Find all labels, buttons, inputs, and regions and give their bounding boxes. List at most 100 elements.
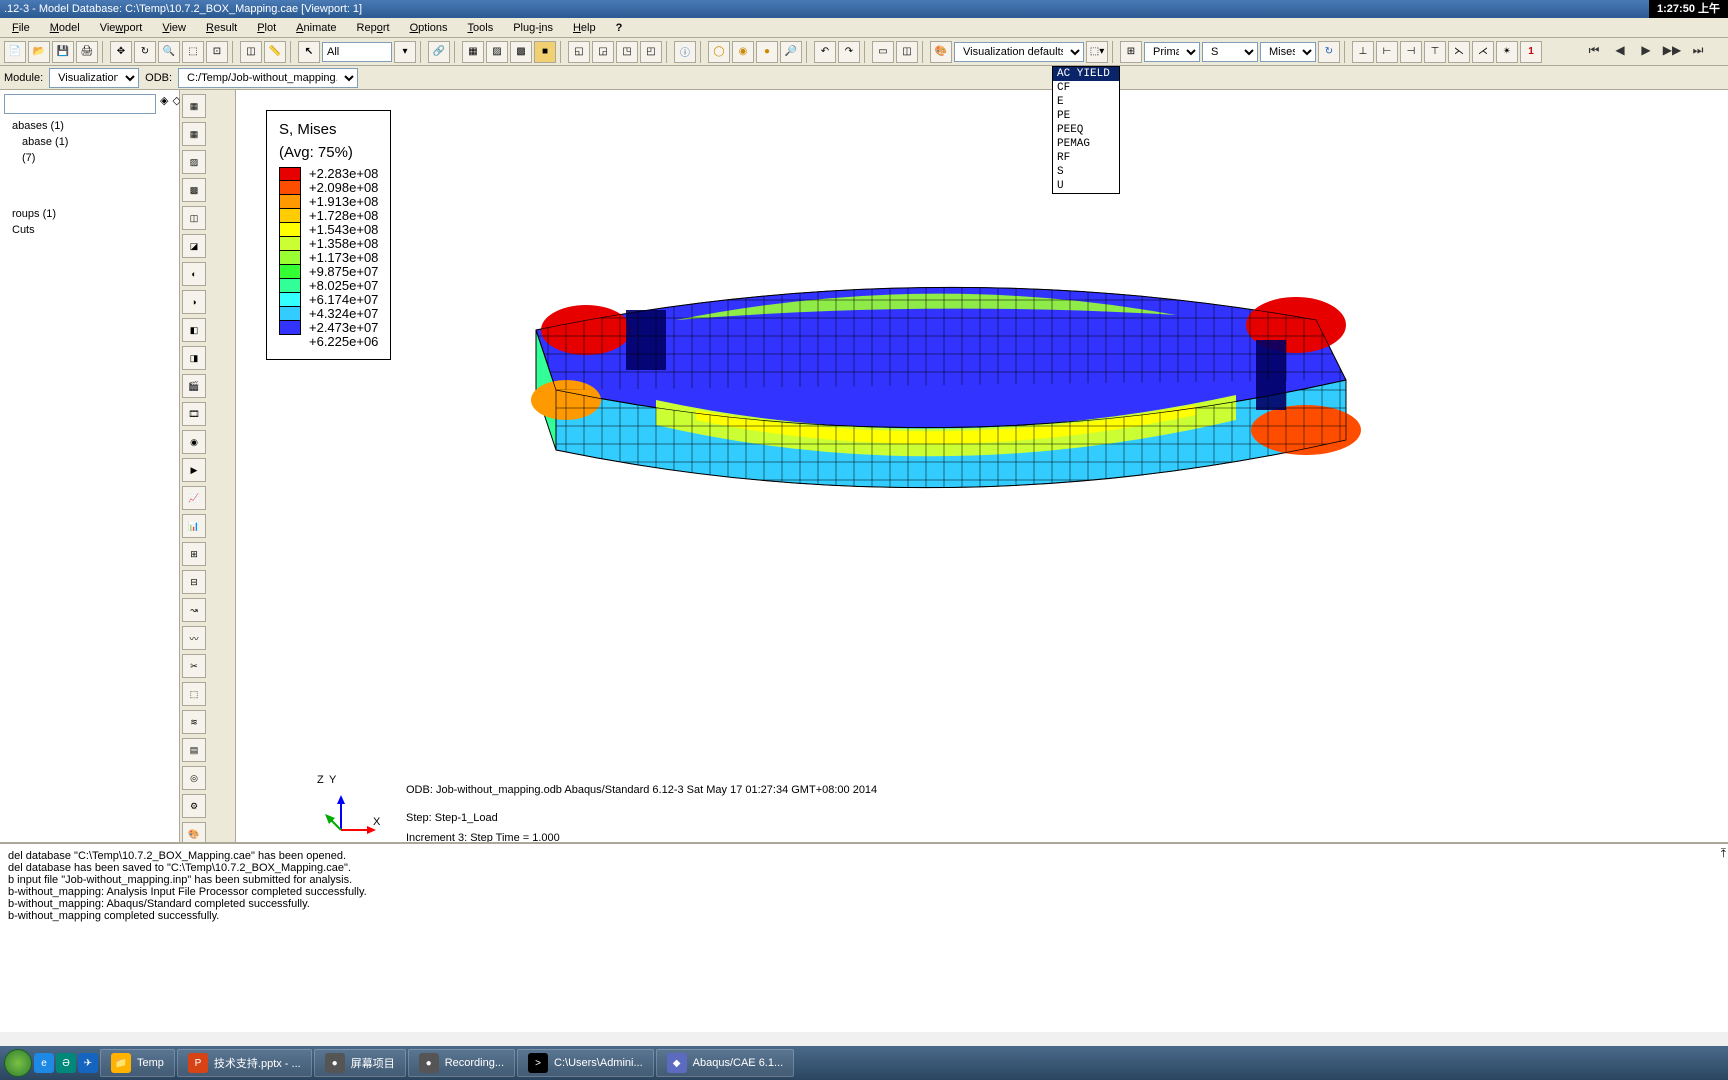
tool-field-output-icon[interactable]: ⊞ xyxy=(182,542,206,566)
tool-viewcut-icon[interactable]: ✂ xyxy=(182,654,206,678)
dropdown-icon[interactable]: ▾ xyxy=(394,41,416,63)
tree-filter[interactable] xyxy=(4,94,156,114)
menu-plot[interactable]: Plot xyxy=(249,20,284,35)
task-cmd[interactable]: >C:\Users\Admini... xyxy=(517,1049,654,1077)
model-tree[interactable]: ◈ ◇ ⚙ abases (1) abase (1) (7) roups (1)… xyxy=(0,90,180,842)
redo-icon[interactable]: ↷ xyxy=(838,41,860,63)
field-toggle-icon[interactable]: ⊞ xyxy=(1120,41,1142,63)
menu-viewport[interactable]: Viewport xyxy=(92,20,151,35)
menu-question[interactable]: ? xyxy=(608,20,631,35)
axis-6-icon[interactable]: ⋌ xyxy=(1472,41,1494,63)
sync-icon[interactable]: ↻ xyxy=(1318,41,1340,63)
prev-frame-button[interactable]: ◀ xyxy=(1610,42,1630,58)
tool-plot-deformed-icon[interactable]: ▦ xyxy=(182,122,206,146)
dropdown-item-s[interactable]: S xyxy=(1053,165,1119,179)
arrow-icon[interactable]: ↖ xyxy=(298,41,320,63)
query-icon[interactable]: 🔎 xyxy=(780,41,802,63)
fit-icon[interactable]: ⊡ xyxy=(206,41,228,63)
tool-freebody-icon[interactable]: ⬚ xyxy=(182,682,206,706)
perspective-icon[interactable]: ◫ xyxy=(240,41,262,63)
tool-stream-icon[interactable]: ≋ xyxy=(182,710,206,734)
tool-mesh-icon[interactable]: ◨ xyxy=(182,346,206,370)
tree-cuts[interactable]: Cuts xyxy=(4,222,175,238)
dropdown-item-pe[interactable]: PE xyxy=(1053,109,1119,123)
task-app1-icon[interactable]: Ə xyxy=(56,1053,76,1073)
axis-1-icon[interactable]: ⊥ xyxy=(1352,41,1374,63)
tree-database[interactable]: abase (1) xyxy=(4,134,175,150)
menu-help[interactable]: Help xyxy=(565,20,604,35)
component-select[interactable]: Mises xyxy=(1260,42,1316,62)
task-rec2[interactable]: ●Recording... xyxy=(408,1049,515,1077)
palette-icon[interactable]: 🎨 xyxy=(930,41,952,63)
tool-xydata-icon[interactable]: 📊 xyxy=(182,514,206,538)
tool-symbol-icon[interactable]: ▩ xyxy=(182,178,206,202)
menu-plugins[interactable]: Plug-ins xyxy=(505,20,561,35)
message-area[interactable]: ⤒ del database "C:\Temp\10.7.2_BOX_Mappi… xyxy=(0,842,1728,1032)
axis-3-icon[interactable]: ⊣ xyxy=(1400,41,1422,63)
render-hidden-icon[interactable]: ▨ xyxy=(486,41,508,63)
tree-databases[interactable]: abases (1) xyxy=(4,118,175,134)
scroll-icon[interactable]: ⤒ xyxy=(1721,846,1726,861)
tool-common-icon[interactable]: ◐ xyxy=(182,262,206,286)
tree-tool1-icon[interactable]: ◈ xyxy=(160,94,168,114)
next-frame-button[interactable]: ▶▶ xyxy=(1662,42,1682,58)
selection-filter[interactable] xyxy=(322,42,392,62)
axis-5-icon[interactable]: ⋋ xyxy=(1448,41,1470,63)
dropdown-item-cf[interactable]: CF xyxy=(1053,81,1119,95)
taskbar[interactable]: e Ə ✈ 📁Temp P技术支持.pptx - ... ●屏幕项目 ●Reco… xyxy=(0,1046,1728,1080)
menu-tools[interactable]: Tools xyxy=(460,20,502,35)
dropdown-item-acyield[interactable]: AC YIELD xyxy=(1053,67,1119,81)
viewport2-icon[interactable]: ◫ xyxy=(896,41,918,63)
variable-select[interactable]: S xyxy=(1202,42,1258,62)
triad-icon[interactable]: ✴ xyxy=(1496,41,1518,63)
menu-animate[interactable]: Animate xyxy=(288,20,344,35)
save-icon[interactable]: 💾 xyxy=(52,41,74,63)
first-frame-button[interactable]: ⏮ xyxy=(1584,42,1604,58)
menu-model[interactable]: Model xyxy=(42,20,88,35)
tool-ply-icon[interactable]: ◪ xyxy=(182,234,206,258)
pan-icon[interactable]: ✥ xyxy=(110,41,132,63)
field-output-dropdown[interactable]: AC YIELD CF E PE PEEQ PEMAG RF S U xyxy=(1052,66,1120,194)
cube-icon[interactable]: ⬚▾ xyxy=(1086,41,1108,63)
tree-n7[interactable]: (7) xyxy=(4,150,175,166)
task-abaqus[interactable]: ◆Abaqus/CAE 6.1... xyxy=(656,1049,795,1077)
odb-select[interactable]: C:/Temp/Job-without_mapping.odb xyxy=(178,68,358,88)
tool-superimpose-icon[interactable]: ◑ xyxy=(182,290,206,314)
axis-4-icon[interactable]: ⊤ xyxy=(1424,41,1446,63)
print-icon[interactable]: 🖨 xyxy=(76,41,98,63)
menu-options[interactable]: Options xyxy=(402,20,456,35)
axis-2-icon[interactable]: ⊢ xyxy=(1376,41,1398,63)
tool-spectrum-icon[interactable]: 〰 xyxy=(182,626,206,650)
task-temp[interactable]: 📁Temp xyxy=(100,1049,175,1077)
task-ppt[interactable]: P技术支持.pptx - ... xyxy=(177,1049,312,1077)
tool-path-icon[interactable]: ↝ xyxy=(182,598,206,622)
iso4-icon[interactable]: ◰ xyxy=(640,41,662,63)
task-ie-icon[interactable]: e xyxy=(34,1053,54,1073)
iso1-icon[interactable]: ◱ xyxy=(568,41,590,63)
render-shaded-icon[interactable]: ■ xyxy=(534,41,556,63)
number-indicator[interactable]: 1 xyxy=(1520,41,1542,63)
last-frame-button[interactable]: ⏭ xyxy=(1688,42,1708,58)
tree-groups[interactable]: roups (1) xyxy=(4,206,175,222)
tool-odisplay-icon[interactable]: ◎ xyxy=(182,766,206,790)
circle1-icon[interactable]: ◯ xyxy=(708,41,730,63)
render-wire-icon[interactable]: ▦ xyxy=(462,41,484,63)
tool-anim-options-icon[interactable]: ▶ xyxy=(182,458,206,482)
tool-xyplot-icon[interactable]: 📈 xyxy=(182,486,206,510)
primary-select[interactable]: Primary xyxy=(1144,42,1200,62)
tool-material-icon[interactable]: ◫ xyxy=(182,206,206,230)
visualization-defaults-select[interactable]: Visualization defaults xyxy=(954,42,1084,62)
rotate-icon[interactable]: ↻ xyxy=(134,41,156,63)
tool-contour-icon[interactable]: ▨ xyxy=(182,150,206,174)
task-rec[interactable]: ●屏幕项目 xyxy=(314,1049,406,1077)
tool-history-output-icon[interactable]: ⊟ xyxy=(182,570,206,594)
circle2-icon[interactable]: ◉ xyxy=(732,41,754,63)
ruler-icon[interactable]: 📏 xyxy=(264,41,286,63)
open-icon[interactable]: 📂 xyxy=(28,41,50,63)
module-select[interactable]: Visualization xyxy=(49,68,139,88)
play-button[interactable]: ▶ xyxy=(1636,42,1656,58)
link-icon[interactable]: 🔗 xyxy=(428,41,450,63)
info-icon[interactable]: ⓘ xyxy=(674,41,696,63)
dropdown-item-e[interactable]: E xyxy=(1053,95,1119,109)
iso2-icon[interactable]: ◲ xyxy=(592,41,614,63)
